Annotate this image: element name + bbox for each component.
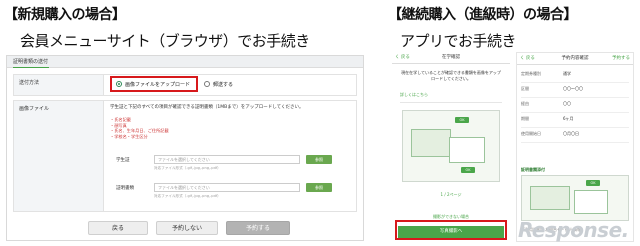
image-file-row: 画像ファイル 学生証と下記のすべての項目が確認できる証明書類（1MBまで）をアッ…	[13, 100, 357, 212]
response-watermark: Response.	[518, 218, 629, 242]
no-reserve-button[interactable]: 予約しない	[156, 221, 218, 235]
certificate-upload-form: 証明書類の送付 送付方法 画像ファイルをアップロード 郵送する 画像ファイル 学…	[6, 55, 364, 241]
enrollment-intro: 現在在学していることが確認できる書類を画像をアップロードしてください。	[401, 70, 501, 81]
reserve-button[interactable]: 予約する	[226, 221, 290, 235]
attachment-section-title: 証明書類添付	[521, 167, 545, 172]
send-method-row: 送付方法 画像ファイルをアップロード 郵送する	[13, 74, 357, 96]
detail-row: 区間 〇〇〜〇〇	[521, 86, 629, 98]
detail-row: 期間 6ヶ月	[521, 116, 629, 128]
detail-label: 定期券種別	[521, 71, 541, 76]
new-purchase-subheading: 会員メニューサイト（ブラウザ）でお手続き	[20, 32, 310, 50]
requirement-item: ・学校名・学生区分	[110, 133, 148, 139]
renewal-subheading: アプリでお手続き	[400, 32, 517, 50]
detail-row: 使用開始日 〇月〇日	[521, 131, 629, 143]
requirement-item: ・氏名、生年月日、ご住所記載	[110, 128, 169, 133]
mail-radio-label[interactable]: 郵送する	[213, 81, 233, 88]
enrollment-back-link[interactable]: く 戻る	[395, 52, 410, 64]
certificate-browse-button[interactable]: 参照	[306, 183, 332, 192]
confirmation-nav-bar: く 戻る 予約内容確認 予約する	[517, 53, 633, 65]
reservation-detail-list: 定期券種別 通学 区間 〇〇〜〇〇 経由 〇〇 期間 6ヶ月 使用開始日 〇月〇…	[521, 71, 629, 143]
id-card-illustration	[411, 129, 451, 157]
id-card-thumbnail	[530, 186, 570, 210]
certificate-label: 証明書類	[116, 186, 134, 191]
detail-value: 通学	[563, 71, 571, 76]
confirmation-title: 予約内容確認	[561, 56, 589, 61]
ok-badge: OK	[461, 167, 475, 173]
student-id-browse-button[interactable]: 参照	[306, 155, 332, 164]
detail-label: 使用開始日	[521, 131, 541, 136]
enrollment-nav-bar: く 戻る 在学確認	[392, 52, 510, 64]
image-file-label: 画像ファイル	[14, 101, 104, 211]
enrollment-title: 在学確認	[442, 55, 460, 60]
mail-option[interactable]: 郵送する	[204, 81, 233, 88]
student-id-file-hint: 対応ファイル形式（.gif,.jpg,.png,.pdf）	[154, 166, 221, 170]
certificate-file-input[interactable]: ファイルを選択してください	[154, 183, 300, 192]
send-method-label: 送付方法	[14, 75, 104, 95]
attachment-thumbnail: OK	[521, 175, 629, 221]
ok-badge: OK	[455, 117, 469, 123]
document-illustration: OK OK	[402, 110, 500, 182]
detail-label: 経由	[521, 101, 529, 106]
detail-value: 〇〇〜〇〇	[563, 86, 583, 91]
confirmation-reserve-link[interactable]: 予約する	[612, 53, 630, 65]
back-button[interactable]: 戻る	[88, 221, 148, 235]
student-id-file-input[interactable]: ファイルを選択してください	[154, 155, 300, 164]
upload-option-highlight[interactable]: 画像ファイルをアップロード	[110, 76, 199, 92]
new-purchase-heading: 【新規購入の場合】	[4, 7, 126, 23]
form-header: 証明書類の送付	[7, 56, 363, 68]
enrollment-detail-link[interactable]: 詳しくはこちら	[400, 92, 428, 98]
detail-label: 期間	[521, 116, 529, 121]
certificate-illustration	[449, 137, 485, 163]
detail-value: 6ヶ月	[563, 116, 574, 121]
ok-badge: OK	[586, 180, 600, 186]
app-screen-confirmation: く 戻る 予約内容確認 予約する 定期券種別 通学 区間 〇〇〜〇〇 経由 〇〇…	[516, 52, 634, 242]
upload-radio-label[interactable]: 画像ファイルをアップロード	[125, 81, 190, 88]
app-screen-enrollment: く 戻る 在学確認 現在在学していることが確認できる書類を画像をアップロードして…	[392, 52, 510, 242]
detail-label: 区間	[521, 86, 529, 91]
detail-value: 〇月〇日	[563, 131, 579, 136]
cannot-shoot-link[interactable]: 撮影ができない場合	[392, 214, 510, 220]
divider	[400, 102, 502, 103]
renewal-heading: 【継続購入（進級時）の場合】	[388, 7, 578, 23]
detail-row: 経由 〇〇	[521, 101, 629, 113]
mail-radio[interactable]	[204, 81, 211, 87]
detail-value: 〇〇	[563, 101, 571, 106]
requirements-list: ・氏名記載 ・顔写真 ・氏名、生年月日、ご住所記載 ・学校名・学生区分	[110, 117, 169, 139]
student-id-label: 学生証	[116, 158, 130, 163]
certificate-thumbnail	[574, 190, 608, 214]
page-indicator: 1 / 2ページ	[440, 192, 462, 197]
take-photo-highlight	[395, 220, 507, 240]
certificate-file-hint: 対応ファイル形式（.gif,.jpg,.png,.pdf）	[154, 194, 221, 198]
upload-radio[interactable]	[116, 81, 122, 87]
confirmation-back-link[interactable]: く 戻る	[520, 53, 535, 65]
upload-notice: 学生証と下記のすべての項目が確認できる証明書類（1MBまで）をアップロードしてく…	[110, 105, 304, 110]
detail-row: 定期券種別 通学	[521, 71, 629, 83]
send-method-options: 画像ファイルをアップロード 郵送する	[110, 76, 233, 92]
